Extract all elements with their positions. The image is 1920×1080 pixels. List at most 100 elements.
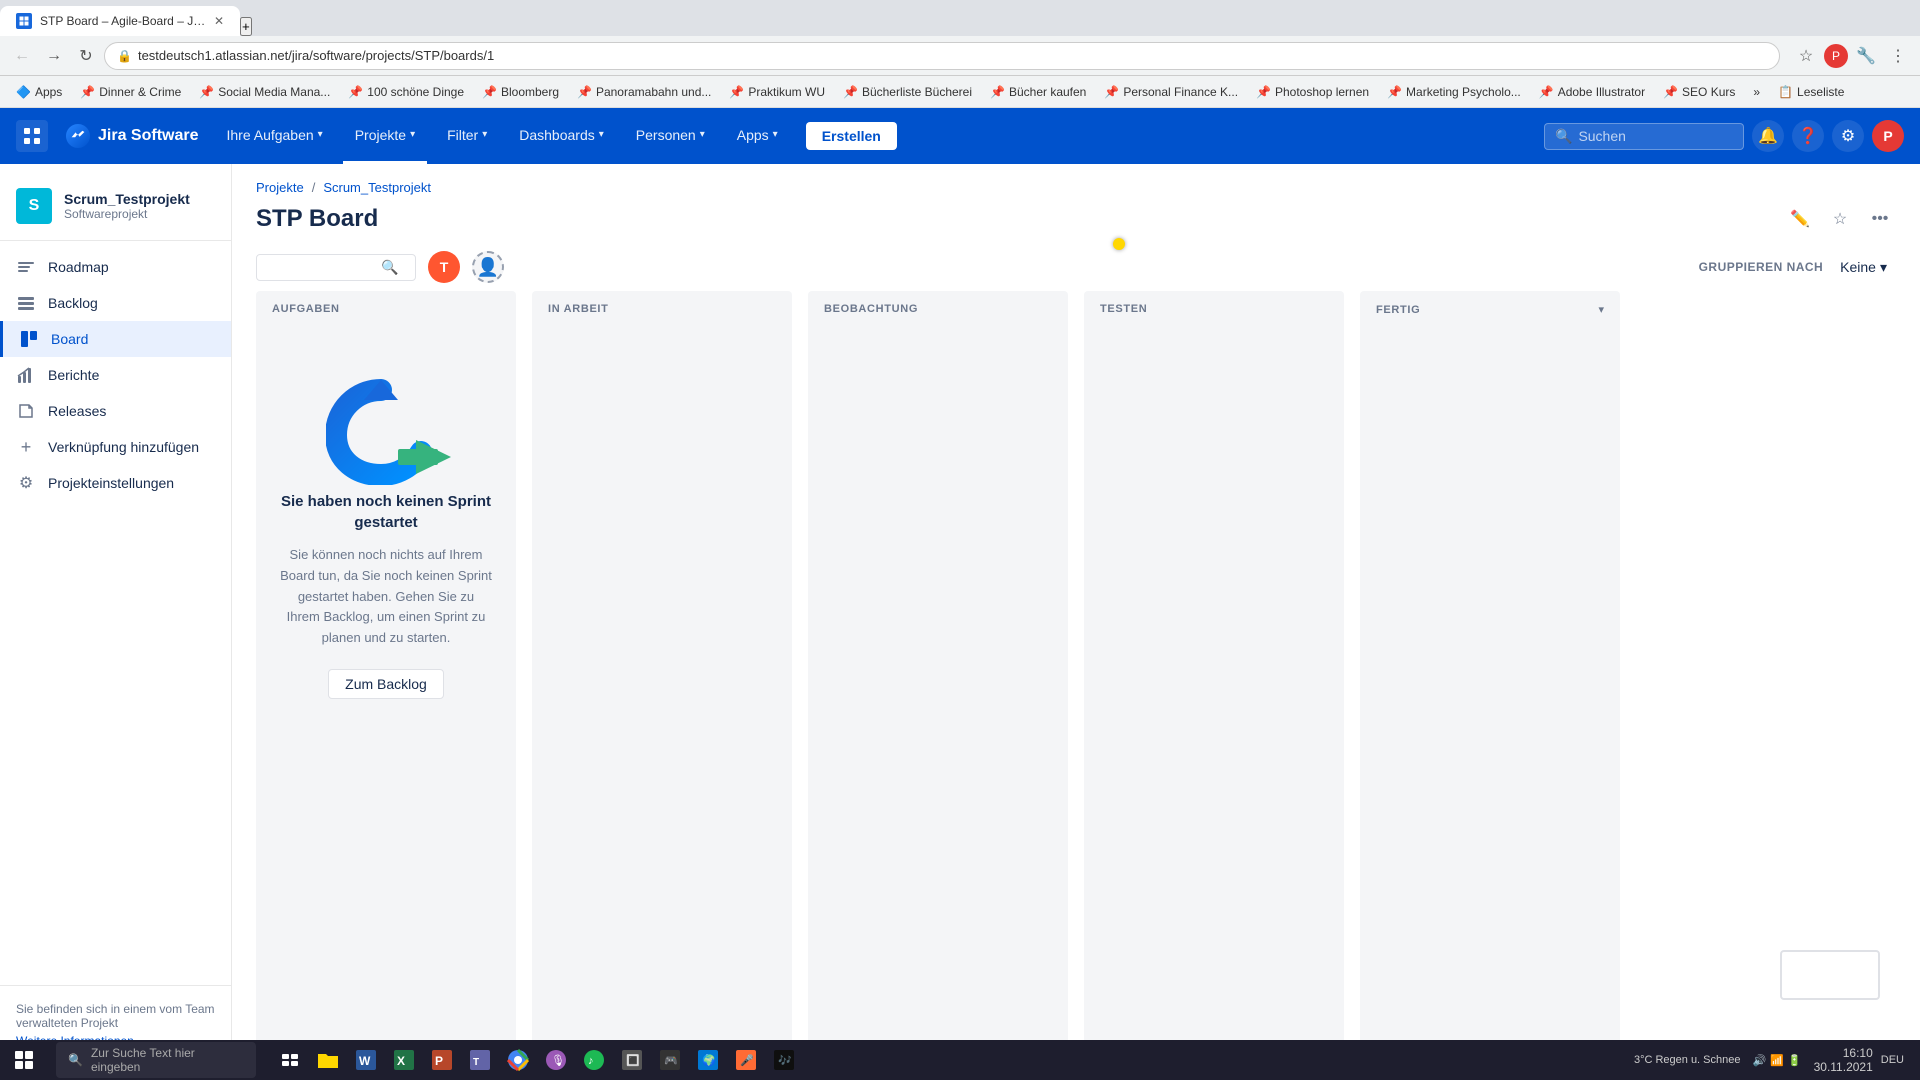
settings-button[interactable]: ⚙ xyxy=(1832,120,1864,152)
board-user-avatar[interactable]: T xyxy=(428,251,460,283)
extension-icon[interactable]: 🔧 xyxy=(1852,42,1880,70)
notifications-button[interactable]: 🔔 xyxy=(1752,120,1784,152)
taskbar-app-teams[interactable]: T xyxy=(462,1042,498,1078)
bm13-icon: 📌 xyxy=(1663,85,1678,99)
bookmark-leseliste[interactable]: 📋 Leseliste xyxy=(1770,83,1852,101)
taskbar-app-explorer[interactable] xyxy=(310,1042,346,1078)
taskbar-app-misc1[interactable]: 🔳 xyxy=(614,1042,650,1078)
taskbar-app-powerpoint[interactable]: P xyxy=(424,1042,460,1078)
taskbar-app-word[interactable]: W xyxy=(348,1042,384,1078)
breadcrumb-project-link[interactable]: Scrum_Testprojekt xyxy=(323,180,431,195)
user-avatar[interactable]: P xyxy=(1872,120,1904,152)
bm4-icon: 📌 xyxy=(482,85,497,99)
tab-close-icon[interactable]: ✕ xyxy=(214,14,224,28)
column-body-aufgaben: Sie haben noch keinen Sprint gestartet S… xyxy=(256,327,516,1044)
board-toolbar: 🔍 T 👤 GRUPPIEREN NACH Keine ▾ xyxy=(232,243,1920,291)
sidebar-board-label: Board xyxy=(51,331,88,347)
taskbar-search-label: Zur Suche Text hier eingeben xyxy=(91,1046,244,1074)
bookmark-7-label: Bücherliste Bücherei xyxy=(862,85,972,99)
group-by-value: Keine xyxy=(1840,259,1876,275)
sidebar-item-backlog[interactable]: Backlog xyxy=(0,285,231,321)
start-button[interactable] xyxy=(0,1040,48,1080)
search-box[interactable]: 🔍 xyxy=(1544,123,1744,150)
nav-item-aufgaben[interactable]: Ihre Aufgaben ▾ xyxy=(214,108,334,164)
weather-text: 3°C Regen u. Schnee xyxy=(1634,1054,1741,1066)
bookmark-5[interactable]: 📌 Panoramabahn und... xyxy=(569,83,719,101)
sidebar-item-berichte[interactable]: Berichte xyxy=(0,357,231,393)
jira-logo[interactable]: Jira Software xyxy=(64,122,198,150)
taskbar-app-mic[interactable]: 🎤 xyxy=(728,1042,764,1078)
bookmark-12[interactable]: 📌 Adobe Illustrator xyxy=(1531,83,1653,101)
taskbar-app-task-view[interactable] xyxy=(272,1042,308,1078)
bookmark-3-label: 100 schöne Dinge xyxy=(367,85,464,99)
sidebar-releases-label: Releases xyxy=(48,403,106,419)
nav-item-personen[interactable]: Personen ▾ xyxy=(624,108,717,164)
add-people-button[interactable]: 👤 xyxy=(472,251,504,283)
project-header[interactable]: S Scrum_Testprojekt Softwareprojekt xyxy=(0,180,231,241)
sidebar-item-settings[interactable]: ⚙ Projekteinstellungen xyxy=(0,465,231,501)
more-options-button[interactable]: ••• xyxy=(1864,203,1896,235)
bookmark-7[interactable]: 📌 Bücherliste Bücherei xyxy=(835,83,980,101)
sidebar-item-add-link[interactable]: + Verknüpfung hinzufügen xyxy=(0,429,231,465)
bm7-icon: 📌 xyxy=(843,85,858,99)
erstellen-button[interactable]: Erstellen xyxy=(806,122,897,150)
new-tab-button[interactable]: + xyxy=(240,17,252,36)
nav-item-dashboards[interactable]: Dashboards ▾ xyxy=(507,108,616,164)
board-search-input[interactable] xyxy=(265,259,375,275)
bookmark-10[interactable]: 📌 Photoshop lernen xyxy=(1248,83,1377,101)
sidebar-item-board[interactable]: Board xyxy=(0,321,231,357)
svg-text:🎮: 🎮 xyxy=(664,1055,678,1067)
nav-item-projekte[interactable]: Projekte ▾ xyxy=(343,108,427,164)
address-bar[interactable]: 🔒 testdeutsch1.atlassian.net/jira/softwa… xyxy=(104,42,1780,70)
project-type: Softwareprojekt xyxy=(64,207,215,221)
taskbar-date-text: 30.11.2021 xyxy=(1814,1060,1873,1074)
zum-backlog-button[interactable]: Zum Backlog xyxy=(328,669,444,699)
menu-icon[interactable]: ⋮ xyxy=(1884,42,1912,70)
bookmark-8[interactable]: 📌 Bücher kaufen xyxy=(982,83,1094,101)
bookmark-icon[interactable]: ☆ xyxy=(1792,42,1820,70)
search-input[interactable] xyxy=(1578,128,1718,144)
bookmark-1[interactable]: 📌 Dinner & Crime xyxy=(72,83,189,101)
tab-title: STP Board – Agile-Board – Jira xyxy=(40,14,206,28)
taskbar-app-spotify[interactable]: ♪ xyxy=(576,1042,612,1078)
bookmark-more[interactable]: » xyxy=(1745,83,1768,101)
nav-item-apps[interactable]: Apps ▾ xyxy=(725,108,790,164)
bookmark-3[interactable]: 📌 100 schöne Dinge xyxy=(340,83,472,101)
bookmark-2[interactable]: 📌 Social Media Mana... xyxy=(191,83,338,101)
bookmark-11[interactable]: 📌 Marketing Psycholo... xyxy=(1379,83,1529,101)
taskbar-app-misc2[interactable]: 🎮 xyxy=(652,1042,688,1078)
bookmark-4[interactable]: 📌 Bloomberg xyxy=(474,83,567,101)
column-body-fertig xyxy=(1360,328,1620,1044)
bookmark-1-label: Dinner & Crime xyxy=(99,85,181,99)
back-button[interactable]: ← xyxy=(8,42,36,70)
bookmark-6[interactable]: 📌 Praktikum WU xyxy=(721,83,833,101)
bookmark-9[interactable]: 📌 Personal Finance K... xyxy=(1096,83,1246,101)
edit-board-button[interactable]: ✏️ xyxy=(1784,203,1816,235)
taskbar-app-browser[interactable]: 🌍 xyxy=(690,1042,726,1078)
active-tab[interactable]: STP Board – Agile-Board – Jira ✕ xyxy=(0,6,240,36)
fertig-caret-icon: ▾ xyxy=(1598,303,1604,316)
bookmark-more-label: » xyxy=(1753,85,1760,99)
taskbar-app-music2[interactable]: 🎶 xyxy=(766,1042,802,1078)
bookmark-apps[interactable]: 🔷 Apps xyxy=(8,83,70,101)
taskbar-app-podcast[interactable]: 🎙 xyxy=(538,1042,574,1078)
bookmark-4-label: Bloomberg xyxy=(501,85,559,99)
help-button[interactable]: ❓ xyxy=(1792,120,1824,152)
taskbar-search[interactable]: 🔍 Zur Suche Text hier eingeben xyxy=(56,1042,256,1078)
app-switcher-button[interactable] xyxy=(16,120,48,152)
taskbar-right: 3°C Regen u. Schnee 🔊 📶 🔋 16:10 30.11.20… xyxy=(1618,1046,1920,1074)
roadmap-icon xyxy=(16,257,36,277)
star-button[interactable]: ☆ xyxy=(1824,203,1856,235)
bookmark-13[interactable]: 📌 SEO Kurs xyxy=(1655,83,1743,101)
sidebar-item-roadmap[interactable]: Roadmap xyxy=(0,249,231,285)
taskbar-app-chrome[interactable] xyxy=(500,1042,536,1078)
board-search-box[interactable]: 🔍 xyxy=(256,254,416,281)
taskbar-app-excel[interactable]: X xyxy=(386,1042,422,1078)
reload-button[interactable]: ↻ xyxy=(72,42,100,70)
group-by-dropdown[interactable]: Keine ▾ xyxy=(1831,254,1896,281)
breadcrumb-projects-link[interactable]: Projekte xyxy=(256,180,304,195)
profile-icon[interactable]: P xyxy=(1824,44,1848,68)
sidebar-item-releases[interactable]: Releases xyxy=(0,393,231,429)
nav-item-filter[interactable]: Filter ▾ xyxy=(435,108,499,164)
forward-button[interactable]: → xyxy=(40,42,68,70)
